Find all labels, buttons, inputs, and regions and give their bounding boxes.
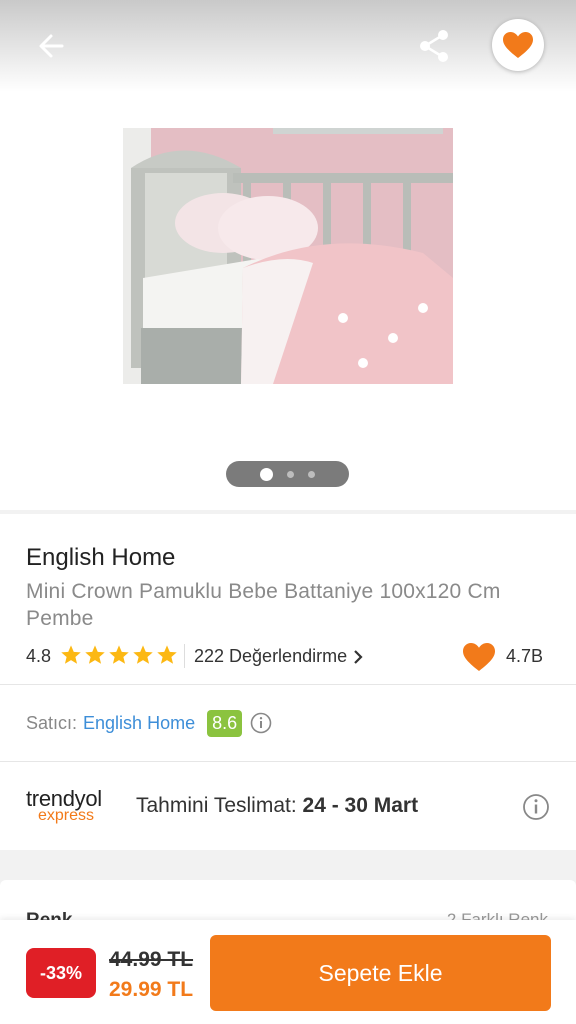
- favorite-count: 4.7B: [506, 646, 544, 666]
- rating-stars: [60, 644, 178, 666]
- back-button[interactable]: [30, 26, 74, 66]
- delivery-date: 24 - 30 Mart: [302, 794, 419, 817]
- rating-row: 4.8 222 Değerlendirme 4.7B: [26, 642, 556, 672]
- delivery-estimate: Tahmini Teslimat: 24 - 30 Mart: [136, 794, 418, 818]
- star-icon: [61, 645, 81, 664]
- heart-icon[interactable]: [462, 642, 496, 672]
- topbar-shade: [0, 0, 576, 92]
- info-icon[interactable]: [522, 793, 550, 821]
- delivery-row: trendyol express Tahmini Teslimat: 24 - …: [26, 784, 556, 828]
- heart-icon: [503, 32, 533, 58]
- pager-dot[interactable]: [287, 470, 294, 478]
- rating-value: 4.8: [26, 646, 52, 666]
- purchase-bar: -33% 44.99 TL 29.99 TL Sepete Ekle: [0, 920, 576, 1024]
- seller-row: Satıcı: English Home 8.6: [26, 708, 272, 738]
- divider: [0, 684, 576, 685]
- star-icon: [157, 645, 177, 664]
- product-title: Mini Crown Pamuklu Bebe Battaniye 100x12…: [26, 580, 501, 630]
- delivery-label: Tahmini Teslimat:: [136, 794, 297, 817]
- product-info-card: English Home Mini Crown Pamuklu Bebe Bat…: [0, 514, 576, 850]
- share-icon: [420, 30, 448, 62]
- add-to-cart-button[interactable]: Sepete Ekle: [210, 935, 551, 1011]
- arrow-left-icon: [39, 34, 64, 58]
- pager-dot-active[interactable]: [260, 467, 273, 481]
- divider: [184, 644, 185, 668]
- star-icon: [133, 645, 153, 664]
- product-image[interactable]: [123, 128, 453, 384]
- star-icon: [109, 645, 129, 664]
- new-price: 29.99 TL: [109, 978, 194, 1001]
- old-price: 44.99 TL: [109, 948, 194, 971]
- reviews-label: 222 Değerlendirme: [194, 646, 348, 666]
- pager-dot[interactable]: [308, 470, 315, 478]
- brand-name[interactable]: English Home: [26, 544, 175, 572]
- seller-label: Satıcı:: [26, 712, 78, 733]
- reviews-link[interactable]: 222 Değerlendirme: [194, 646, 363, 667]
- info-icon[interactable]: [250, 712, 272, 734]
- trendyol-express-logo-sub: express: [38, 807, 95, 824]
- favorite-button[interactable]: [492, 19, 544, 71]
- chevron-right-icon: [354, 649, 363, 664]
- product-gallery[interactable]: [0, 0, 576, 510]
- image-pager[interactable]: [226, 461, 349, 487]
- divider: [0, 761, 576, 762]
- discount-badge: -33%: [26, 948, 96, 998]
- seller-score-badge: 8.6: [207, 709, 243, 737]
- seller-link[interactable]: English Home: [83, 713, 195, 734]
- star-icon: [85, 645, 105, 664]
- share-button[interactable]: [414, 26, 456, 66]
